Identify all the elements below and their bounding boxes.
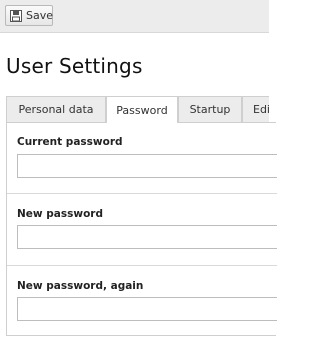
divider [7,265,277,266]
current-password-label: Current password [17,136,123,148]
password-panel: Current password New password New passwo… [6,122,277,336]
tab-bar: Personal data Password Startup Edi [6,96,269,123]
tab-label: Startup [189,103,231,116]
new-password-again-label: New password, again [17,280,144,292]
tab-password[interactable]: Password [106,96,178,123]
tab-label: Edi [253,103,269,116]
tab-personal-data[interactable]: Personal data [6,96,106,122]
save-label: Save [26,9,54,22]
tab-label: Password [116,104,168,117]
divider [7,193,277,194]
tab-label: Personal data [18,103,94,116]
toolbar: Save [0,0,269,33]
tab-startup[interactable]: Startup [178,96,242,122]
new-password-input[interactable] [17,225,277,249]
page-title: User Settings [6,54,143,78]
save-button[interactable]: Save [5,5,53,26]
new-password-label: New password [17,208,103,220]
current-password-input[interactable] [17,154,277,178]
new-password-again-input[interactable] [17,297,277,321]
floppy-disk-icon [10,9,22,22]
tab-edit[interactable]: Edi [242,96,269,122]
